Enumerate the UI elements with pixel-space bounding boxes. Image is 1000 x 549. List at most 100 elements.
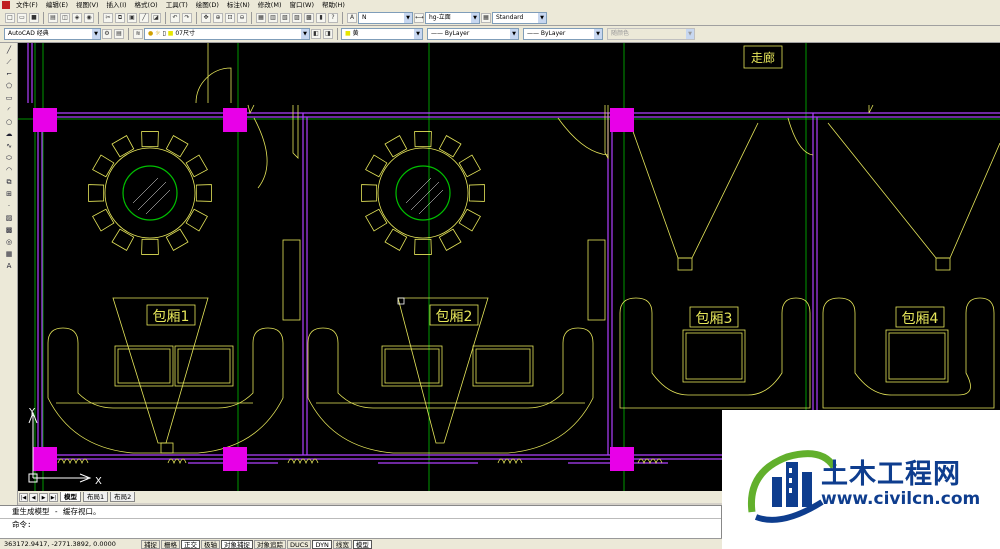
menu-draw[interactable]: 绘图(D)	[192, 0, 223, 10]
open-icon[interactable]: ▭	[17, 12, 27, 23]
menu-help[interactable]: 帮助(H)	[318, 0, 349, 10]
match-properties-icon[interactable]: ╱	[139, 12, 149, 23]
markup-icon[interactable]: ▩	[304, 12, 314, 23]
new-icon[interactable]: □	[5, 12, 15, 23]
spline-icon[interactable]: ∿	[3, 141, 15, 151]
undo-icon[interactable]: ↶	[170, 12, 180, 23]
polar-toggle[interactable]: 极轴	[201, 539, 220, 549]
prev-tab-icon[interactable]: ◀	[29, 492, 38, 502]
ducs-toggle[interactable]: DUCS	[287, 539, 312, 549]
make-current-layer-icon[interactable]: ◧	[311, 29, 321, 39]
dining-chair	[458, 208, 481, 232]
app-icon[interactable]	[2, 1, 10, 9]
multiline-text-icon[interactable]: A	[3, 261, 15, 271]
workspace-settings-icon[interactable]: ⚙	[102, 29, 112, 39]
zoom-window-icon[interactable]: ⊡	[225, 12, 235, 23]
cut-icon[interactable]: ✂	[103, 12, 113, 23]
ucs-y-label: Y	[28, 407, 36, 418]
ortho-toggle[interactable]: 正交	[181, 539, 200, 549]
print-icon[interactable]: ▤	[48, 12, 58, 23]
hatch-icon[interactable]: ▨	[3, 213, 15, 223]
arc-icon[interactable]: ◜	[3, 105, 15, 115]
column	[33, 447, 57, 471]
watermark-logo: 土木工程网 www.civilcn.com	[722, 410, 1000, 549]
grid-toggle[interactable]: 栅格	[161, 539, 180, 549]
tab-layout1[interactable]: 布局1	[83, 492, 109, 502]
redo-icon[interactable]: ↷	[182, 12, 192, 23]
menu-format[interactable]: 格式(O)	[131, 0, 162, 10]
menu-tools[interactable]: 工具(T)	[162, 0, 192, 10]
tool-palettes-icon[interactable]: ▧	[280, 12, 290, 23]
tab-layout2[interactable]: 布局2	[110, 492, 136, 502]
block-editor-icon[interactable]: ◪	[151, 12, 161, 23]
menu-dimension[interactable]: 标注(N)	[223, 0, 254, 10]
coordinate-readout[interactable]: 363172.9417, -2771.3892, 0.0000	[0, 540, 140, 548]
dim-style-select[interactable]: hg-立面 ▼	[425, 11, 480, 24]
menu-edit[interactable]: 编辑(E)	[42, 0, 72, 10]
revision-cloud-icon[interactable]: ☁	[3, 129, 15, 139]
lineweight-select[interactable]: —— ByLayer ▼	[523, 28, 603, 40]
dim-style-icon[interactable]: ⟷	[414, 12, 424, 23]
layer-select[interactable]: ● ☼ ▯ ■ 07尺寸 ▼	[144, 28, 310, 40]
zoom-realtime-icon[interactable]: ⊕	[213, 12, 223, 23]
menu-file[interactable]: 文件(F)	[12, 0, 42, 10]
color-select[interactable]: ■ 黄 ▼	[341, 28, 423, 40]
plotstyle-select: 随颜色 ▼	[607, 28, 695, 40]
print-preview-icon[interactable]: ◫	[60, 12, 70, 23]
publish-web-icon[interactable]: ◉	[84, 12, 94, 23]
dyn-toggle[interactable]: DYN	[312, 539, 332, 549]
menu-window[interactable]: 窗口(W)	[285, 0, 318, 10]
construction-line-icon[interactable]: ⟋	[3, 57, 15, 67]
copy-icon[interactable]: ⧉	[115, 12, 125, 23]
gradient-icon[interactable]: ▩	[3, 225, 15, 235]
chevron-down-icon: ▼	[414, 29, 422, 39]
layer-previous-icon[interactable]: ◨	[323, 29, 333, 39]
workspace-save-icon[interactable]: ▤	[114, 29, 124, 39]
insert-block-icon[interactable]: ⧉	[3, 177, 15, 187]
command-window[interactable]: 重生成模型 - 缓存视口。 命令:	[0, 505, 722, 538]
model-toggle[interactable]: 模型	[352, 539, 372, 549]
rectangle-icon[interactable]: ▭	[3, 93, 15, 103]
make-block-icon[interactable]: ⊞	[3, 189, 15, 199]
lineweight-toggle[interactable]: 线宽	[332, 539, 352, 549]
linetype-select[interactable]: —— ByLayer ▼	[427, 28, 519, 40]
properties-icon[interactable]: ▦	[256, 12, 266, 23]
zoom-previous-icon[interactable]: ⊖	[237, 12, 247, 23]
table-style-icon[interactable]: ▦	[481, 12, 491, 23]
design-center-icon[interactable]: ▥	[268, 12, 278, 23]
help-icon[interactable]: ?	[328, 12, 338, 23]
publish-icon[interactable]: ◈	[72, 12, 82, 23]
first-tab-icon[interactable]: |◀	[19, 492, 28, 502]
table-icon[interactable]: ▦	[3, 249, 15, 259]
workspace-select[interactable]: AutoCAD 经典 ▼	[4, 28, 101, 40]
dining-chair	[365, 154, 388, 178]
ellipse-icon[interactable]: ⬭	[3, 153, 15, 163]
menu-modify[interactable]: 修改(M)	[254, 0, 286, 10]
menu-insert[interactable]: 插入(I)	[103, 0, 131, 10]
layer-manager-icon[interactable]: ≋	[133, 29, 143, 39]
polyline-icon[interactable]: ⌐	[3, 69, 15, 79]
dining-chair	[458, 154, 481, 178]
table-style-select[interactable]: Standard ▼	[492, 11, 547, 24]
circle-icon[interactable]: ○	[3, 117, 15, 127]
ellipse-arc-icon[interactable]: ◠	[3, 165, 15, 175]
pan-icon[interactable]: ✥	[201, 12, 211, 23]
line-icon[interactable]: ╱	[3, 45, 15, 55]
snap-toggle[interactable]: 捕捉	[141, 539, 160, 549]
paste-icon[interactable]: ▣	[127, 12, 137, 23]
polygon-icon[interactable]: ⬠	[3, 81, 15, 91]
sheet-set-icon[interactable]: ▨	[292, 12, 302, 23]
command-prompt[interactable]: 命令:	[0, 518, 721, 530]
text-style-select[interactable]: N ▼	[358, 11, 413, 24]
last-tab-icon[interactable]: ▶|	[49, 492, 58, 502]
tab-model[interactable]: 模型	[60, 492, 81, 502]
menu-view[interactable]: 视图(V)	[72, 0, 103, 10]
otrack-toggle[interactable]: 对象追踪	[254, 539, 286, 549]
point-icon[interactable]: ·	[3, 201, 15, 211]
region-icon[interactable]: ◎	[3, 237, 15, 247]
save-icon[interactable]: ■	[29, 12, 39, 23]
calculator-icon[interactable]: ▮	[316, 12, 326, 23]
next-tab-icon[interactable]: ▶	[39, 492, 48, 502]
text-style-icon[interactable]: A	[347, 12, 357, 23]
osnap-toggle[interactable]: 对象捕捉	[221, 539, 253, 549]
